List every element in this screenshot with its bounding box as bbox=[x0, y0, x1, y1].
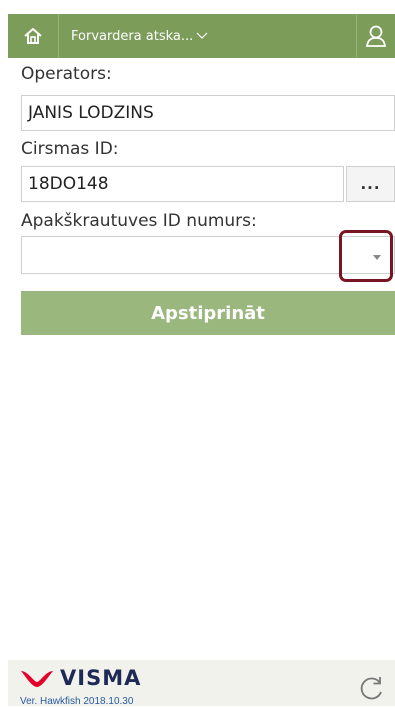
cirsmas-id-field[interactable]: 18DO148 bbox=[21, 166, 344, 202]
home-button[interactable] bbox=[8, 14, 59, 58]
module-selector[interactable]: Forvardera atska... bbox=[59, 14, 356, 58]
footer: VISMA Ver. Hawkfish 2018.10.30 bbox=[8, 660, 395, 707]
operator-field[interactable]: JANIS LODZINS bbox=[21, 95, 395, 131]
refresh-icon bbox=[360, 677, 382, 700]
user-icon bbox=[365, 25, 387, 47]
user-button[interactable] bbox=[356, 14, 395, 58]
version-label: Ver. Hawkfish 2018.10.30 bbox=[20, 696, 134, 707]
caret-down-icon bbox=[373, 254, 381, 260]
subdepot-label: Apakškrautuves ID numurs: bbox=[21, 211, 257, 231]
top-bar: Forvardera atska... bbox=[8, 14, 395, 58]
module-title: Forvardera atska... bbox=[71, 28, 194, 44]
visma-logo: VISMA bbox=[20, 666, 141, 690]
confirm-button[interactable]: Apstiprināt bbox=[21, 291, 395, 335]
refresh-button[interactable] bbox=[358, 674, 386, 702]
cirsmas-label: Cirsmas ID: bbox=[21, 139, 119, 159]
chevron-down-icon bbox=[196, 32, 208, 40]
operator-label: Operators: bbox=[21, 64, 112, 84]
logo-text: VISMA bbox=[60, 666, 142, 690]
home-icon bbox=[24, 28, 42, 44]
browse-button[interactable]: ... bbox=[346, 166, 395, 202]
dropdown-toggle[interactable] bbox=[339, 230, 393, 282]
visma-swoosh-icon bbox=[21, 671, 53, 687]
